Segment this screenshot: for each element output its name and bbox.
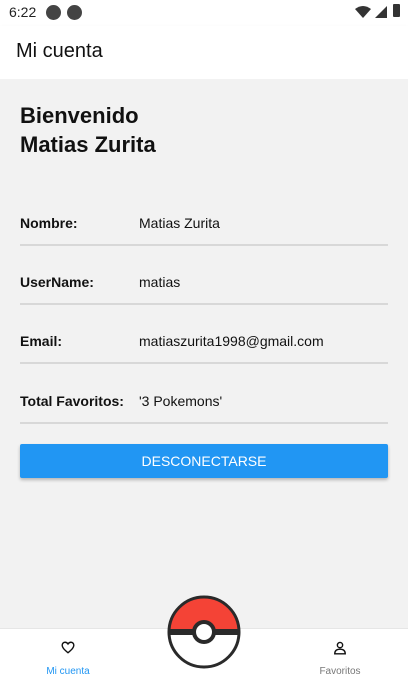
info-value: '3 Pokemons' bbox=[139, 393, 223, 409]
info-value: Matias Zurita bbox=[139, 215, 220, 231]
logout-button[interactable]: DESCONECTARSE bbox=[20, 444, 388, 478]
info-row-username: UserName: matias bbox=[20, 246, 388, 305]
nav-label-favorites: Favoritos bbox=[319, 666, 361, 677]
info-value: matiaszurita1998@gmail.com bbox=[139, 333, 324, 349]
account-content: Bienvenido Matias Zurita Nombre: Matias … bbox=[0, 79, 408, 628]
info-row-email: Email: matiaszurita1998@gmail.com bbox=[20, 305, 388, 364]
wifi-icon bbox=[355, 6, 371, 18]
nav-item-favorites[interactable]: Favoritos bbox=[290, 629, 390, 678]
signal-icon bbox=[375, 6, 387, 18]
app-notification-icon bbox=[46, 5, 61, 20]
app-notification-icon bbox=[67, 5, 82, 20]
info-label: Email: bbox=[20, 333, 63, 349]
info-row-favorites: Total Favoritos: '3 Pokemons' bbox=[20, 365, 388, 424]
nav-item-account[interactable]: Mi cuenta bbox=[18, 629, 118, 678]
app-bar: Mi cuenta bbox=[0, 26, 408, 79]
welcome-user-name: Matias Zurita bbox=[20, 132, 156, 157]
info-row-name: Nombre: Matias Zurita bbox=[20, 187, 388, 246]
info-value: matias bbox=[139, 274, 181, 290]
heart-icon bbox=[61, 641, 75, 654]
welcome-line-1: Bienvenido bbox=[20, 103, 139, 128]
status-time: 6:22 bbox=[9, 4, 37, 20]
info-label: Nombre: bbox=[20, 215, 78, 231]
user-icon bbox=[334, 641, 346, 655]
status-bar: 6:22 bbox=[0, 0, 408, 26]
info-label: UserName: bbox=[20, 274, 94, 290]
nav-label-account: Mi cuenta bbox=[46, 666, 90, 677]
welcome-heading: Bienvenido Matias Zurita bbox=[20, 101, 156, 159]
info-label: Total Favoritos: bbox=[20, 393, 124, 409]
battery-icon bbox=[393, 4, 400, 17]
page-title: Mi cuenta bbox=[16, 40, 103, 62]
pokeball-icon[interactable] bbox=[167, 595, 241, 669]
